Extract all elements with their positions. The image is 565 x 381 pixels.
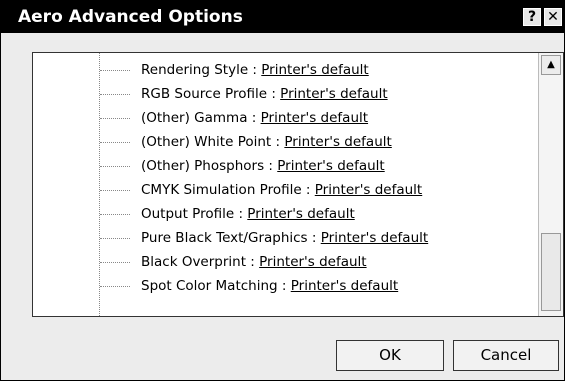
option-label: CMYK Simulation Profile : <box>141 182 315 198</box>
option-value-link[interactable]: Printer's default <box>291 278 398 294</box>
tree-branch-line <box>100 238 130 239</box>
tree-branch-line <box>100 214 130 215</box>
vertical-scrollbar[interactable]: ▲ <box>538 53 563 316</box>
tree-branch-line <box>100 166 130 167</box>
tree-item-text: Black Overprint : Printer's default <box>141 253 367 271</box>
option-label: (Other) Phosphors : <box>141 158 278 174</box>
tree-item-black-overprint[interactable]: Black Overprint : Printer's default <box>33 250 538 274</box>
tree-item-text: (Other) White Point : Printer's default <box>141 133 392 151</box>
tree-branch-line <box>100 118 130 119</box>
dialog-title: Aero Advanced Options <box>18 7 243 27</box>
tree-item-other-gamma[interactable]: (Other) Gamma : Printer's default <box>33 106 538 130</box>
tree-branch-line <box>100 70 130 71</box>
option-value-link[interactable]: Printer's default <box>259 254 366 270</box>
cancel-button[interactable]: Cancel <box>453 340 559 371</box>
options-tree[interactable]: Rendering Style : Printer's default RGB … <box>32 52 564 317</box>
option-value-link[interactable]: Printer's default <box>277 158 384 174</box>
tree-item-cmyk-simulation-profile[interactable]: CMYK Simulation Profile : Printer's defa… <box>33 178 538 202</box>
option-value-link[interactable]: Printer's default <box>284 134 391 150</box>
option-label: (Other) White Point : <box>141 134 285 150</box>
tree-branch-line <box>100 262 130 263</box>
tree-item-other-phosphors[interactable]: (Other) Phosphors : Printer's default <box>33 154 538 178</box>
option-label: RGB Source Profile : <box>141 86 281 102</box>
option-label: Pure Black Text/Graphics : <box>141 230 321 246</box>
ok-button[interactable]: OK <box>336 340 444 371</box>
option-value-link[interactable]: Printer's default <box>261 110 368 126</box>
option-label: Spot Color Matching : <box>141 278 291 294</box>
help-button[interactable]: ? <box>523 8 541 26</box>
scroll-up-arrow-icon[interactable]: ▲ <box>541 55 561 75</box>
tree-branch-line <box>100 142 130 143</box>
advanced-options-dialog: Aero Advanced Options ? ✕ Rendering Styl… <box>0 0 565 381</box>
tree-item-text: CMYK Simulation Profile : Printer's defa… <box>141 181 422 199</box>
tree-item-spot-color-matching[interactable]: Spot Color Matching : Printer's default <box>33 274 538 298</box>
option-label: (Other) Gamma : <box>141 110 261 126</box>
tree-item-text: Output Profile : Printer's default <box>141 205 355 223</box>
tree-item-text: (Other) Gamma : Printer's default <box>141 109 368 127</box>
title-bar: Aero Advanced Options ? ✕ <box>1 1 564 33</box>
option-label: Output Profile : <box>141 206 248 222</box>
tree-branch-line <box>100 94 130 95</box>
tree-item-rgb-source-profile[interactable]: RGB Source Profile : Printer's default <box>33 82 538 106</box>
tree-item-pure-black-text-graphics[interactable]: Pure Black Text/Graphics : Printer's def… <box>33 226 538 250</box>
tree-item-text: Rendering Style : Printer's default <box>141 61 369 79</box>
tree-item-text: RGB Source Profile : Printer's default <box>141 85 388 103</box>
tree-item-other-white-point[interactable]: (Other) White Point : Printer's default <box>33 130 538 154</box>
tree-content: Rendering Style : Printer's default RGB … <box>33 53 538 316</box>
tree-item-output-profile[interactable]: Output Profile : Printer's default <box>33 202 538 226</box>
tree-item-text: Pure Black Text/Graphics : Printer's def… <box>141 229 428 247</box>
tree-item-text: Spot Color Matching : Printer's default <box>141 277 398 295</box>
tree-item-text: (Other) Phosphors : Printer's default <box>141 157 385 175</box>
option-label: Rendering Style : <box>141 62 262 78</box>
option-value-link[interactable]: Printer's default <box>315 182 422 198</box>
scrollbar-thumb[interactable] <box>541 233 561 311</box>
option-value-link[interactable]: Printer's default <box>247 206 354 222</box>
option-value-link[interactable]: Printer's default <box>321 230 428 246</box>
option-value-link[interactable]: Printer's default <box>280 86 387 102</box>
tree-item-rendering-style[interactable]: Rendering Style : Printer's default <box>33 58 538 82</box>
close-button[interactable]: ✕ <box>544 8 562 26</box>
option-label: Black Overprint : <box>141 254 260 270</box>
tree-branch-line <box>100 190 130 191</box>
tree-branch-line <box>100 286 130 287</box>
option-value-link[interactable]: Printer's default <box>261 62 368 78</box>
